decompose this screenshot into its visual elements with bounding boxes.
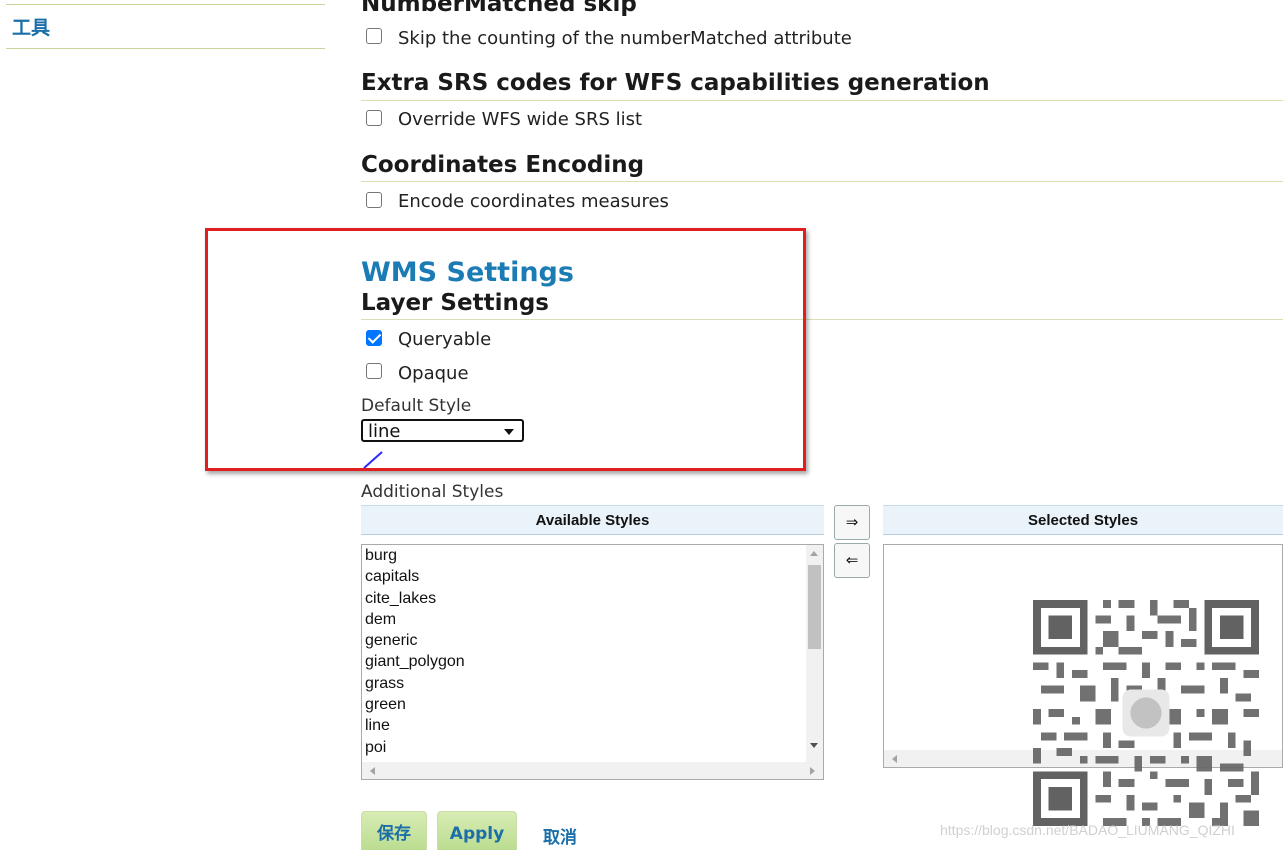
move-left-button[interactable]: ⇐ [834,543,870,578]
vertical-scrollbar[interactable] [806,545,823,762]
dropdown-arrow-icon [504,429,514,435]
sidebar-divider-bottom [6,48,325,49]
available-style-item[interactable]: dem [362,609,823,630]
available-styles-header: Available Styles [361,505,824,535]
scroll-left-arrow-icon[interactable] [370,767,375,775]
available-styles-items: burg capitals cite_lakes dem generic giant_po… [362,545,823,758]
additional-styles-label: Additional Styles [361,482,504,502]
skip-number-matched-label: Skip the counting of the numberMatched a… [398,28,852,49]
available-style-item[interactable]: giant_polygon [362,651,823,672]
opaque-label: Opaque [398,363,469,384]
layer-settings-title: Layer Settings [361,290,549,316]
queryable-label: Queryable [398,329,492,350]
scrollbar-thumb[interactable] [808,565,821,649]
section-title-coordinates: Coordinates Encoding [361,152,645,178]
section-title-extra-srs: Extra SRS codes for WFS capabilities gen… [361,70,990,96]
wms-settings-title: WMS Settings [361,257,574,288]
encode-coordinates-label: Encode coordinates measures [398,191,669,212]
default-style-select[interactable]: line [361,419,524,442]
available-style-item[interactable]: burg [362,545,823,566]
sidebar-tools-link[interactable]: 工具 [12,13,50,40]
scroll-up-arrow-icon[interactable] [810,551,818,556]
queryable-checkbox[interactable] [366,330,382,346]
available-styles-list[interactable]: burg capitals cite_lakes dem generic giant_po… [361,544,824,780]
section-title-number-matched: NumberMatched skip [361,0,637,17]
qr-code-icon [1033,600,1259,826]
scroll-down-arrow-icon[interactable] [810,743,818,748]
default-style-label: Default Style [361,396,472,416]
move-right-button[interactable]: ⇒ [834,505,870,540]
override-srs-label: Override WFS wide SRS list [398,109,643,130]
selected-styles-header: Selected Styles [883,505,1283,535]
available-style-item[interactable]: poi [362,737,823,758]
skip-number-matched-checkbox[interactable] [366,28,382,44]
apply-button[interactable]: Apply [437,811,517,850]
available-style-item[interactable]: generic [362,630,823,651]
scroll-right-arrow-icon[interactable] [810,767,815,775]
watermark-text: https://blog.csdn.net/BADAO_LIUMANG_QIZH… [940,822,1235,838]
default-style-value: line [368,421,401,442]
available-style-item[interactable]: grass [362,673,823,694]
available-style-item[interactable]: green [362,694,823,715]
horizontal-scrollbar[interactable] [362,762,823,779]
section-divider [361,319,1283,320]
scroll-left-arrow-icon[interactable] [892,755,897,763]
available-style-item[interactable]: cite_lakes [362,588,823,609]
section-divider [361,100,1283,101]
opaque-checkbox[interactable] [366,363,382,379]
cancel-link[interactable]: 取消 [543,823,577,848]
save-button[interactable]: 保存 [361,811,427,850]
available-style-item[interactable]: line [362,715,823,736]
available-style-item[interactable]: capitals [362,566,823,587]
override-srs-checkbox[interactable] [366,110,382,126]
section-divider [361,181,1283,182]
style-preview-line-icon [363,451,383,469]
sidebar-divider-top [6,4,325,5]
encode-coordinates-checkbox[interactable] [366,192,382,208]
